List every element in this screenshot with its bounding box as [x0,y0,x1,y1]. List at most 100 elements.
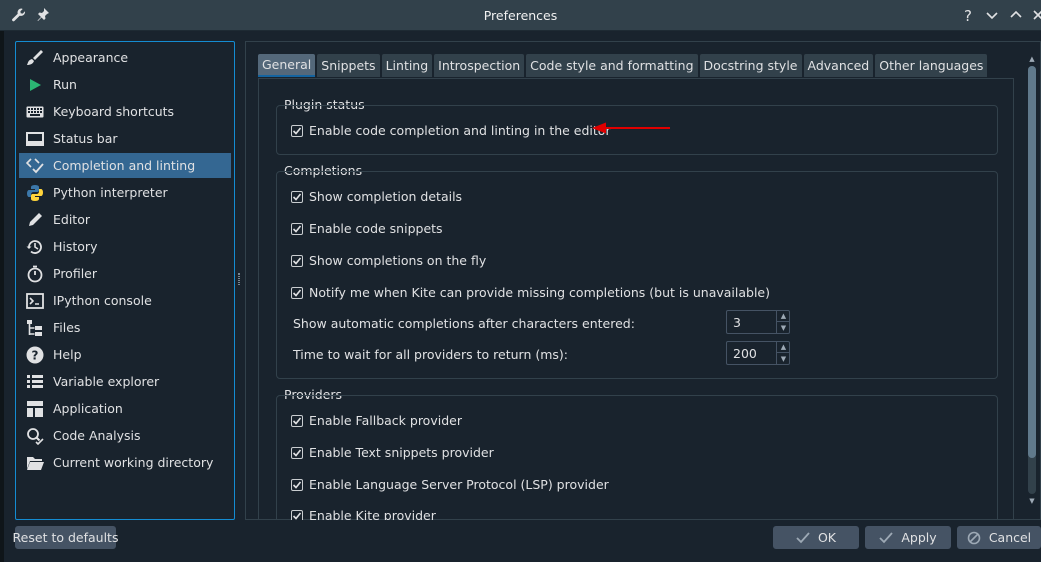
checkbox-checked-icon [291,254,303,267]
panel-splitter-handle[interactable] [236,41,244,520]
help-circle-icon: ? [25,345,45,365]
sidebar-item-variable-explorer[interactable]: Variable explorer [19,369,231,394]
completion-chars-spinbox[interactable]: 3 ▲ ▼ [726,310,790,334]
checkbox-label: Show completion details [309,189,463,204]
checkbox-checked-icon [291,124,303,137]
sidebar-item-label: Appearance [53,50,129,65]
providers-wait-label: Time to wait for all providers to return… [293,347,568,362]
checkbox-label: Show completions on the fly [309,253,487,268]
checkbox-checked-icon [291,190,303,203]
checkbox-checked-icon [291,286,303,299]
sidebar-item-ipython-console[interactable]: IPython console [19,288,231,313]
sidebar-item-application[interactable]: Application [19,396,231,421]
python-icon [25,183,45,203]
reset-to-defaults-button[interactable]: Reset to defaults [13,526,118,549]
checkbox-label: Enable code snippets [309,221,443,236]
checkbox-label: Enable Language Server Protocol (LSP) pr… [309,477,609,492]
show-completion-details-checkbox[interactable]: Show completion details [291,189,462,204]
ok-button-label: OK [817,530,837,545]
cancel-button[interactable]: Cancel [957,526,1041,549]
general-tab-pane: Plugin status Enable code completion and… [258,78,1014,520]
checkbox-checked-icon [291,478,303,491]
tab-linting[interactable]: Linting [381,54,433,77]
checkbox-label: Enable Kite provider [309,508,436,520]
checkbox-label: Enable code completion and linting in th… [309,123,611,138]
enable-text-snippets-provider-checkbox[interactable]: Enable Text snippets provider [291,445,494,460]
play-icon [25,75,45,95]
tab-other-languages[interactable]: Other languages [875,54,988,77]
splitter-grip [238,273,240,285]
show-completions-on-the-fly-checkbox[interactable]: Show completions on the fly [291,253,486,268]
scroll-down-icon[interactable]: ▼ [1027,496,1037,506]
files-tree-icon [25,318,45,338]
sidebar-item-label: Help [53,347,82,362]
title-bar: Preferences ? [0,0,1041,31]
tab-bar: General Snippets Linting Introspection C… [258,54,989,78]
checkbox-checked-icon [291,509,303,520]
apply-button-label: Apply [901,530,937,545]
sidebar-item-label: Keyboard shortcuts [53,104,175,119]
sidebar-item-completion-and-linting[interactable]: Completion and linting [19,153,231,178]
tab-advanced[interactable]: Advanced [803,54,874,77]
spin-down-icon[interactable]: ▼ [777,322,790,333]
ok-button[interactable]: OK [773,526,859,549]
sidebar-item-label: Code Analysis [53,428,141,443]
maximize-icon[interactable] [1006,6,1026,26]
checkbox-label: Enable Text snippets provider [309,445,494,460]
annotation-arrow-icon [592,122,670,134]
apply-button[interactable]: Apply [865,526,951,549]
sidebar-item-run[interactable]: Run [19,72,231,97]
window-left-edge [0,31,4,562]
tab-code-style-and-formatting[interactable]: Code style and formatting [526,54,698,77]
tab-general[interactable]: General [258,54,316,77]
enable-kite-provider-checkbox[interactable]: Enable Kite provider [291,508,436,520]
sidebar-item-label: Editor [53,212,90,227]
enable-completion-linting-checkbox[interactable]: Enable code completion and linting in th… [291,123,611,138]
sidebar-item-editor[interactable]: Editor [19,207,231,232]
sidebar-item-profiler[interactable]: Profiler [19,261,231,286]
cancel-button-label: Cancel [988,530,1032,545]
providers-wait-spinbox[interactable]: 200 ▲ ▼ [726,341,790,365]
folder-open-icon [25,453,45,473]
sidebar-item-help[interactable]: ? Help [19,342,231,367]
sidebar-item-files[interactable]: Files [19,315,231,340]
sidebar-item-label: IPython console [53,293,152,308]
checkbox-label: Notify me when Kite can provide missing … [309,285,770,300]
scroll-up-icon[interactable]: ▲ [1027,54,1037,64]
tab-docstring-style[interactable]: Docstring style [699,54,802,77]
completion-chars-label: Show automatic completions after charact… [293,316,635,331]
sidebar-item-label: Run [53,77,77,92]
sidebar-item-label: Python interpreter [53,185,168,200]
sidebar-item-label: Profiler [53,266,98,281]
tab-snippets[interactable]: Snippets [317,54,380,77]
checkbox-checked-icon [291,414,303,427]
enable-code-snippets-checkbox[interactable]: Enable code snippets [291,221,443,236]
notify-kite-checkbox[interactable]: Notify me when Kite can provide missing … [291,285,770,300]
sidebar-item-python-interpreter[interactable]: Python interpreter [19,180,231,205]
sidebar-item-code-analysis[interactable]: Code Analysis [19,423,231,448]
svg-text:?: ? [32,348,39,362]
spin-up-icon[interactable]: ▲ [777,311,790,322]
sidebar-item-status-bar[interactable]: Status bar [19,126,231,151]
close-icon[interactable] [1028,6,1041,26]
spin-down-icon[interactable]: ▼ [777,353,790,364]
window-title: Preferences [483,8,558,23]
check-icon [796,531,810,544]
sidebar-item-keyboard-shortcuts[interactable]: Keyboard shortcuts [19,99,231,124]
sidebar-item-appearance[interactable]: Appearance [19,45,231,70]
spinbox-arrows: ▲ ▼ [776,311,790,333]
enable-fallback-provider-checkbox[interactable]: Enable Fallback provider [291,413,462,428]
scrollbar-thumb[interactable] [1028,66,1036,458]
spin-up-icon[interactable]: ▲ [777,342,790,353]
minimize-icon[interactable] [982,6,1002,26]
table-list-icon [25,372,45,392]
help-icon[interactable]: ? [958,6,978,26]
sidebar-item-current-working-directory[interactable]: Current working directory [19,450,231,475]
console-icon [25,291,45,311]
vertical-scrollbar[interactable]: ▲ ▼ [1027,54,1037,506]
layout-icon [25,399,45,419]
pencil-icon [25,210,45,230]
sidebar-item-history[interactable]: History [19,234,231,259]
enable-lsp-provider-checkbox[interactable]: Enable Language Server Protocol (LSP) pr… [291,477,609,492]
tab-introspection[interactable]: Introspection [434,54,525,77]
